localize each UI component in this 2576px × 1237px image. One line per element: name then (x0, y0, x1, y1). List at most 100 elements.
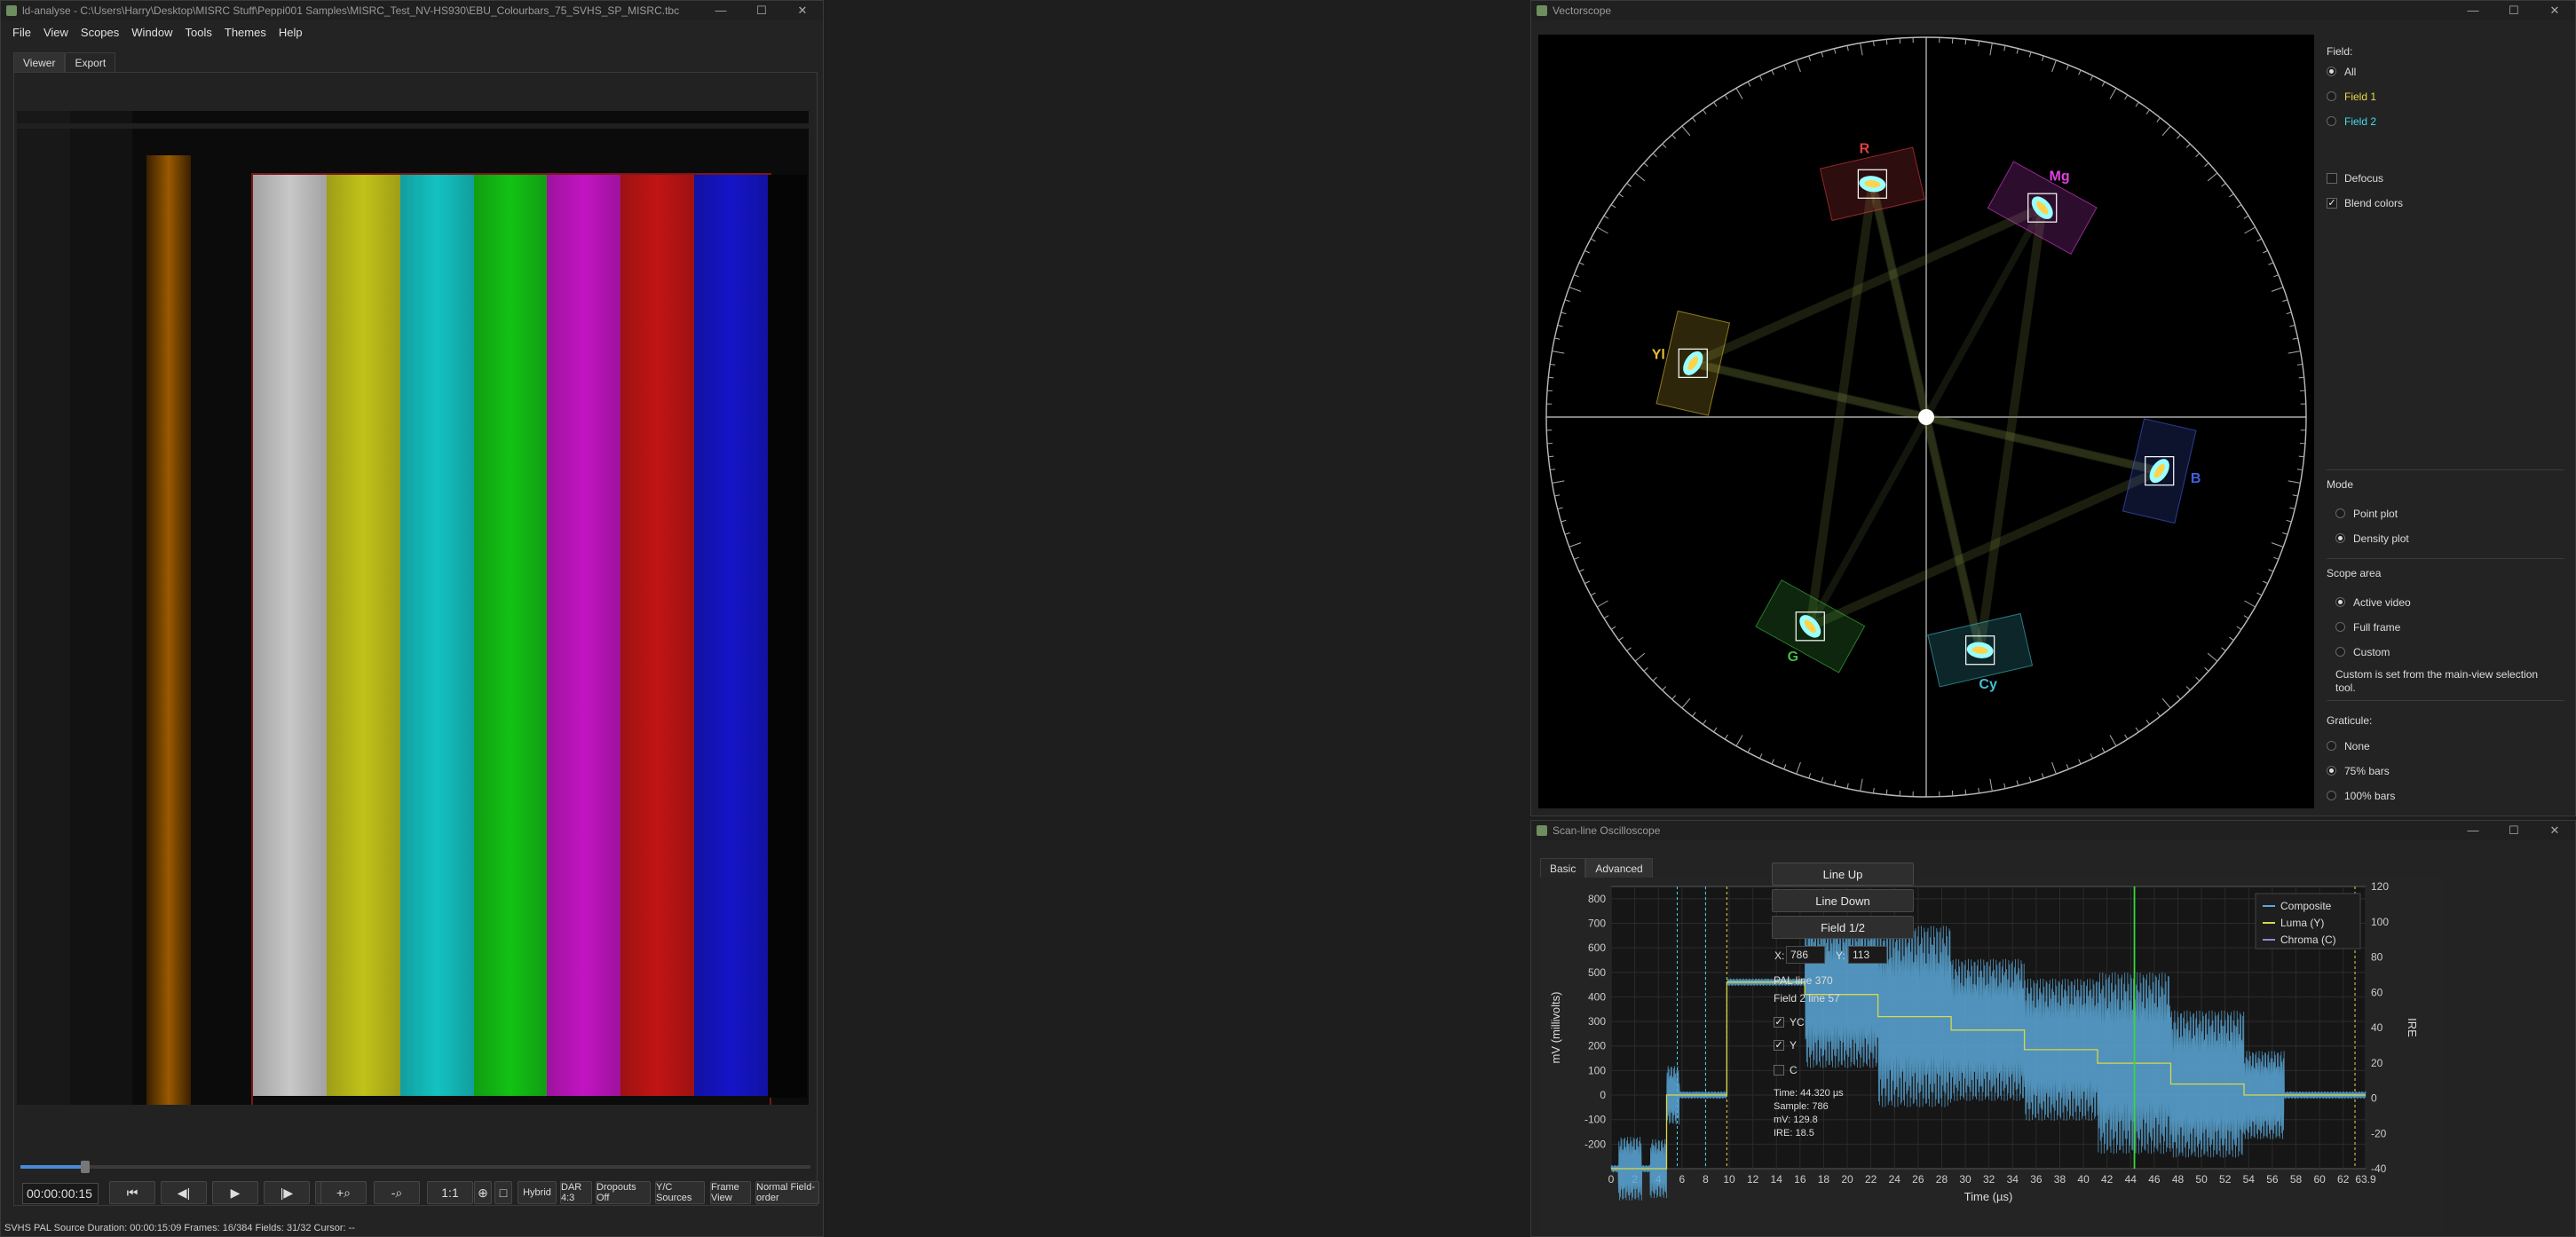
x-tick-label: 14 (1771, 1173, 1783, 1186)
line-down-button[interactable]: Line Down (1772, 889, 1914, 912)
app-icon (6, 5, 17, 16)
x-tick-label: 44 (2125, 1173, 2137, 1186)
legend-entry: Chroma (C) (2280, 934, 2336, 946)
selection-mode-button[interactable]: □ (494, 1181, 512, 1204)
maximize-icon[interactable]: ☐ (2493, 821, 2534, 840)
maximize-icon[interactable]: ☐ (741, 1, 782, 20)
zoom-in-button[interactable]: +⌕ (320, 1181, 367, 1204)
target-label-g: G (1788, 650, 1798, 665)
osc-tabs: Basic Advanced (1540, 858, 1653, 879)
tab-export[interactable]: Export (65, 52, 116, 73)
maximize-icon[interactable]: ☐ (2493, 1, 2534, 20)
tab-basic[interactable]: Basic (1540, 858, 1586, 879)
full-frame-radio[interactable] (2335, 622, 2345, 632)
colour-bar-4 (547, 175, 621, 1096)
blend-colors-checkbox[interactable]: ✓ (2327, 198, 2337, 209)
field-2-radio[interactable] (2327, 116, 2336, 126)
top-line (17, 123, 809, 129)
y-checkbox[interactable]: ✓ (1774, 1040, 1784, 1051)
menu-window[interactable]: Window (125, 26, 178, 39)
y-tick-label: 400 (1588, 990, 1606, 1003)
menu-tools[interactable]: Tools (179, 26, 218, 39)
skip-start-button[interactable]: ⏮ (109, 1181, 155, 1204)
colour-bar-5 (620, 175, 695, 1096)
close-icon[interactable]: ✕ (782, 1, 823, 20)
colour-bar-2 (399, 175, 474, 1096)
active-video-radio[interactable] (2335, 597, 2345, 607)
minimize-icon[interactable]: — (2453, 1, 2493, 20)
menu-view[interactable]: View (37, 26, 75, 39)
oscilloscope-titlebar: Scan-line Oscilloscope (1531, 821, 2575, 840)
vectorscope-plot[interactable]: R Mg B Cy G Yl (1538, 35, 2314, 808)
oscilloscope-plot[interactable]: -200-1000100200300400500600700800-40-200… (1540, 878, 2442, 1233)
frame-view-button[interactable]: Frame View (710, 1181, 751, 1204)
step-forward-button[interactable]: |▶ (264, 1181, 310, 1204)
minimize-icon[interactable]: — (700, 1, 741, 20)
minimize-icon[interactable]: — (2453, 821, 2493, 840)
zoom-out-button[interactable]: -⌕ (374, 1181, 420, 1204)
play-button[interactable]: ▶ (212, 1181, 258, 1204)
graticule-none-label: None (2344, 740, 2370, 752)
yc-checkbox[interactable]: ✓ (1774, 1017, 1784, 1028)
x-tick-label: 8 (1703, 1173, 1709, 1186)
tab-advanced[interactable]: Advanced (1585, 858, 1653, 879)
legend-entry: Composite (2280, 900, 2332, 912)
app-icon (1537, 825, 1547, 836)
menu-themes[interactable]: Themes (218, 26, 273, 39)
right-black (768, 175, 807, 1098)
step-back-button[interactable]: ◀| (161, 1181, 207, 1204)
frame-slider[interactable] (20, 1161, 810, 1173)
yc-sources-button[interactable]: Y/C Sources (655, 1181, 705, 1204)
field-order-button[interactable]: Normal Field-order (755, 1181, 819, 1204)
timecode-field[interactable]: 00:00:00:15 (22, 1183, 99, 1204)
c-label: C (1790, 1064, 1798, 1076)
tab-viewer[interactable]: Viewer (13, 52, 66, 73)
field-all-radio[interactable] (2327, 67, 2336, 76)
blend-colors-label: Blend colors (2344, 197, 2404, 209)
y-tick-label: 600 (1588, 942, 1606, 954)
field-toggle-button[interactable]: Field 1/2 (1772, 916, 1914, 939)
x-tick-label: 20 (1841, 1173, 1853, 1186)
graticule-75-radio[interactable] (2327, 766, 2336, 776)
y-tick-label: 100 (1588, 1064, 1606, 1076)
close-icon[interactable]: ✕ (2534, 821, 2575, 840)
graticule-100-radio[interactable] (2327, 791, 2336, 800)
y2-tick-label: 40 (2371, 1021, 2383, 1034)
close-icon[interactable]: ✕ (2534, 1, 2575, 20)
menu-scopes[interactable]: Scopes (75, 26, 125, 39)
y2-tick-label: 100 (2371, 916, 2389, 928)
x-tick-label: 16 (1794, 1173, 1806, 1186)
zoom-reset-button[interactable]: 1:1 (427, 1181, 473, 1204)
x-spinbox[interactable]: 786 (1786, 946, 1825, 964)
menu-file[interactable]: File (6, 26, 37, 39)
frame-slider-handle[interactable] (81, 1161, 90, 1173)
c-checkbox[interactable] (1774, 1065, 1784, 1075)
main-tabs: Viewer Export (13, 52, 116, 73)
readout-sample: Sample: 786 (1774, 1101, 1829, 1112)
video-frame[interactable] (17, 111, 809, 1105)
x-tick-label: 52 (2219, 1173, 2232, 1186)
x-tick-label: 42 (2101, 1173, 2114, 1186)
app-icon (1537, 5, 1547, 16)
y2-tick-label: -20 (2371, 1127, 2387, 1139)
x-tick-label: 32 (1983, 1173, 1995, 1186)
y-spinbox[interactable]: 113 (1848, 946, 1887, 964)
line-up-button[interactable]: Line Up (1772, 863, 1914, 886)
defocus-checkbox[interactable] (2327, 173, 2337, 184)
point-plot-radio[interactable] (2335, 508, 2345, 518)
y2-axis-label: IRE (2406, 1018, 2419, 1037)
legend-entry: Luma (Y) (2280, 917, 2324, 929)
status-bar: SVHS PAL Source Duration: 00:00:15:09 Fr… (4, 1223, 355, 1233)
field-1-radio[interactable] (2327, 91, 2336, 101)
hybrid-button[interactable]: Hybrid (518, 1181, 557, 1204)
menubar: File View Scopes Window Tools Themes Help (1, 20, 823, 43)
mouse-mode-button[interactable]: ⊕ (474, 1181, 492, 1204)
custom-radio[interactable] (2335, 647, 2345, 657)
menu-help[interactable]: Help (273, 26, 309, 39)
readout-ire: IRE: 18.5 (1774, 1128, 1814, 1139)
density-plot-radio[interactable] (2335, 533, 2345, 543)
graticule-none-radio[interactable] (2327, 741, 2336, 751)
dar-button[interactable]: DAR 4:3 (560, 1181, 592, 1204)
field-line-label: Field 2 line 57 (1774, 992, 1840, 1005)
dropouts-button[interactable]: Dropouts Off (596, 1181, 651, 1204)
